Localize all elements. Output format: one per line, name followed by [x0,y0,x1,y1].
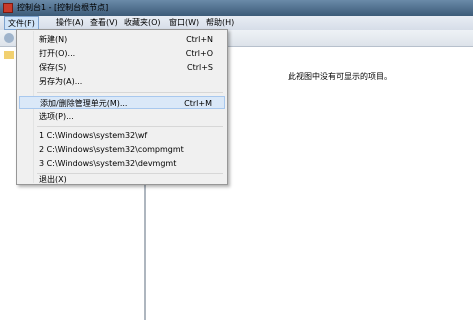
menu-separator [37,92,223,93]
menu-item-label: 添加/删除管理单元(M)... [40,99,128,108]
menu-item-recent-3[interactable]: 3 C:\Windows\system32\devmgmt [19,157,225,170]
menu-item-shortcut: Ctrl+N [186,35,213,44]
menu-item-shortcut: Ctrl+O [185,49,213,58]
menu-item-label: 1 C:\Windows\system32\wf [39,131,148,140]
menu-item-label: 选项(P)... [39,112,74,121]
menu-item-shortcut: Ctrl+M [184,99,212,108]
menu-item-save-as[interactable]: 另存为(A)... [19,75,225,88]
menu-item-label: 保存(S) [39,63,67,72]
menu-window[interactable]: 窗口(W) [166,16,202,30]
menu-item-label: 另存为(A)... [39,77,83,86]
menu-file[interactable]: 文件(F) [4,16,39,30]
menu-action[interactable]: 操作(A) [53,16,87,30]
menu-item-exit[interactable]: 退出(X) [19,173,225,186]
menu-item-label: 退出(X) [39,175,67,184]
menu-separator [37,126,223,127]
mmc-app-icon[interactable] [3,3,13,13]
menu-item-shortcut: Ctrl+S [186,63,213,72]
empty-view-message: 此视图中没有可显示的项目。 [288,72,392,81]
menu-item-open[interactable]: 打开(O)... Ctrl+O [19,47,225,60]
menu-item-recent-2[interactable]: 2 C:\Windows\system32\compmgmt [19,143,225,156]
menu-item-recent-1[interactable]: 1 C:\Windows\system32\wf [19,129,225,142]
menu-item-save[interactable]: 保存(S) Ctrl+S [19,61,225,74]
menu-bar: 文件(F) 操作(A) 查看(V) 收藏夹(O) 窗口(W) 帮助(H) [0,16,473,30]
menu-item-label: 3 C:\Windows\system32\devmgmt [39,159,177,168]
menu-favorites[interactable]: 收藏夹(O) [121,16,164,30]
menu-item-options[interactable]: 选项(P)... [19,110,225,123]
menu-item-label: 2 C:\Windows\system32\compmgmt [39,145,184,154]
menu-item-new[interactable]: 新建(N) Ctrl+N [19,33,225,46]
menu-help[interactable]: 帮助(H) [203,16,237,30]
console-root-folder-icon[interactable] [4,51,14,59]
file-menu-dropdown: 新建(N) Ctrl+N 打开(O)... Ctrl+O 保存(S) Ctrl+… [16,29,228,185]
back-icon[interactable] [4,33,14,43]
window-title: 控制台1 - [控制台根节点] [17,3,109,12]
menu-item-label: 新建(N) [39,35,68,44]
title-bar: 控制台1 - [控制台根节点] [0,0,473,16]
menu-item-add-remove-snapin[interactable]: 添加/删除管理单元(M)... Ctrl+M [19,96,225,109]
menu-item-label: 打开(O)... [39,49,76,58]
menu-view[interactable]: 查看(V) [87,16,121,30]
